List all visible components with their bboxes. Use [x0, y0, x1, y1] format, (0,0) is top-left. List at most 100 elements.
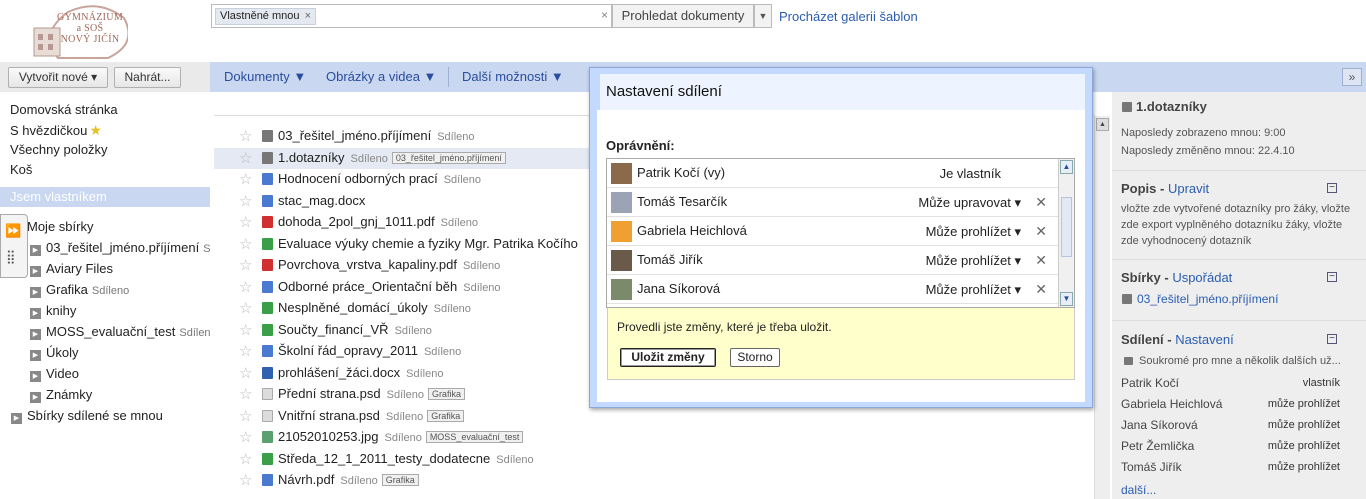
star-icon[interactable]: ☆ — [239, 471, 252, 489]
star-icon[interactable]: ☆ — [239, 170, 252, 188]
file-name[interactable]: Součty_financí_VŘ Sdíleno — [278, 322, 432, 337]
scroll-up-icon[interactable]: ▲ — [1060, 160, 1073, 174]
file-name[interactable]: Nesplněné_domácí_úkoly Sdíleno — [278, 300, 471, 315]
star-icon[interactable]: ☆ — [239, 321, 252, 339]
file-row[interactable]: ☆ Školní řád_opravy_2011 Sdíleno — [214, 341, 594, 362]
file-name[interactable]: Přední strana.psd Sdíleno Grafika — [278, 386, 465, 401]
grip-icon[interactable]: ⣿ — [6, 249, 16, 265]
file-name[interactable]: Středa_12_1_2011_testy_dodatecne Sdíleno — [278, 451, 534, 466]
file-name[interactable]: 03_řešitel_jméno.příjímení Sdíleno — [278, 128, 475, 143]
nav-all-items[interactable]: Všechny položky — [10, 142, 108, 157]
expand-icon[interactable]: ▶ — [30, 287, 41, 298]
more-people-link[interactable]: další... — [1121, 483, 1156, 497]
search-options-dropdown[interactable]: ▼ — [754, 4, 772, 28]
star-icon[interactable]: ☆ — [239, 256, 252, 274]
images-videos-menu[interactable]: Obrázky a videa ▼ — [326, 69, 436, 84]
collapse-collections-icon[interactable]: − — [1327, 272, 1337, 282]
file-name[interactable]: 1.dotazníky Sdíleno 03_řešitel_jméno.příjí… — [278, 150, 506, 165]
expand-icon[interactable]: ▶ — [30, 308, 41, 319]
more-options-menu[interactable]: Další možnosti ▼ — [462, 69, 564, 84]
collection-item[interactable]: ▶ 03_řešitel_jméno.příjímení S — [30, 240, 211, 256]
file-name[interactable]: Povrchova_vrstva_kapaliny.pdf Sdíleno — [278, 257, 500, 272]
organize-link[interactable]: Uspořádat — [1172, 270, 1232, 285]
star-icon[interactable]: ☆ — [239, 278, 252, 296]
file-row[interactable]: ☆ Povrchova_vrstva_kapaliny.pdf Sdíleno — [214, 255, 594, 276]
star-icon[interactable]: ☆ — [239, 149, 252, 167]
expand-icon[interactable]: ▶ — [30, 329, 41, 340]
file-row[interactable]: ☆ prohlášení_žáci.docx Sdíleno — [214, 363, 594, 384]
collection-tag[interactable]: Grafika — [427, 409, 465, 422]
collapse-sharing-icon[interactable]: − — [1327, 334, 1337, 344]
file-row[interactable]: ☆ 1.dotazníky Sdíleno 03_řešitel_jméno.příj… — [214, 147, 594, 169]
documents-menu[interactable]: Dokumenty ▼ — [224, 69, 306, 84]
collapse-arrows-icon[interactable]: ⏩ — [5, 223, 21, 239]
collection-item[interactable]: ▶ Grafika Sdíleno — [30, 282, 129, 298]
file-name[interactable]: stac_mag.docx — [278, 193, 371, 208]
expand-icon[interactable]: ▶ — [30, 371, 41, 382]
remove-person-icon[interactable]: ✕ — [1035, 252, 1047, 269]
collection-item[interactable]: ▶ knihy — [30, 303, 76, 319]
collapse-description-icon[interactable]: − — [1327, 183, 1337, 193]
file-row[interactable]: ☆ Nesplněné_domácí_úkoly Sdíleno — [214, 298, 594, 319]
collection-tag[interactable]: Grafika — [427, 388, 465, 400]
nav-starred[interactable]: S hvězdičkou ★ — [10, 122, 102, 139]
star-icon[interactable]: ☆ — [239, 213, 252, 231]
permission-role-dropdown[interactable]: Může prohlížet ▾ — [926, 224, 1021, 240]
file-name[interactable]: 21052010253.jpg Sdíleno MOSS_evaluační_tes… — [278, 429, 524, 444]
file-row[interactable]: ☆ Součty_financí_VŘ Sdíleno — [214, 320, 594, 341]
star-icon[interactable]: ☆ — [239, 127, 252, 145]
file-name[interactable]: Školní řád_opravy_2011 Sdíleno — [278, 343, 461, 358]
permission-role-dropdown[interactable]: Může prohlížet ▾ — [926, 253, 1021, 269]
star-icon[interactable]: ☆ — [239, 235, 252, 253]
expand-panel-icon[interactable]: » — [1342, 68, 1362, 86]
star-icon[interactable]: ☆ — [239, 342, 252, 360]
collection-item[interactable]: ▶ Aviary Files — [30, 261, 113, 277]
star-icon[interactable]: ☆ — [239, 192, 252, 210]
file-row[interactable]: ☆ 21052010253.jpg Sdíleno MOSS_evaluační_te… — [214, 427, 594, 448]
file-row[interactable]: ☆ Návrh.pdf Sdíleno Grafika — [214, 470, 594, 491]
star-icon[interactable]: ☆ — [239, 450, 252, 468]
nav-owned-by-me[interactable]: Jsem vlastníkem — [0, 187, 210, 207]
sharing-settings-link[interactable]: Nastavení — [1175, 332, 1234, 347]
file-row[interactable]: ☆ Evaluace výuky chemie a fyziky Mgr. Pat… — [214, 234, 594, 255]
collection-link[interactable]: 03_řešitel_jméno.příjímení — [1137, 292, 1278, 306]
expand-icon[interactable]: ▶ — [30, 266, 41, 277]
school-logo[interactable]: GYMNÁZIUM a SOŠ NOVÝ JIČÍN — [28, 4, 128, 62]
permissions-scrollbar[interactable]: ▲ ▼ — [1058, 159, 1074, 307]
side-collapse-handle[interactable]: ⏩ ⣿ — [0, 214, 28, 278]
collection-item[interactable]: ▶ Video — [30, 366, 79, 382]
file-row[interactable]: ☆ Vnitřní strana.psd Sdíleno Grafika — [214, 406, 594, 427]
remove-person-icon[interactable]: ✕ — [1035, 223, 1047, 240]
save-changes-button[interactable]: Uložit změny — [620, 348, 716, 367]
file-row[interactable]: ☆ Středa_12_1_2011_testy_dodatecne Sdíleno — [214, 449, 594, 470]
remove-person-icon[interactable]: ✕ — [1035, 194, 1047, 211]
collection-tag[interactable]: 03_řešitel_jméno.příjímení — [391, 151, 506, 164]
file-row[interactable]: ☆ stac_mag.docx — [214, 191, 594, 212]
permission-role-dropdown[interactable]: Může upravovat ▾ — [918, 195, 1021, 211]
cancel-button[interactable]: Storno — [730, 348, 780, 367]
scroll-thumb[interactable] — [1061, 197, 1072, 257]
expand-icon[interactable]: ▶ — [30, 350, 41, 361]
search-filter-chip[interactable]: Vlastněné mnou × — [215, 8, 316, 25]
file-name[interactable]: Vnitřní strana.psd Sdíleno Grafika — [278, 408, 465, 423]
star-icon[interactable]: ☆ — [239, 428, 252, 446]
file-row[interactable]: ☆ Přední strana.psd Sdíleno Grafika — [214, 384, 594, 405]
collection-item[interactable]: ▶ Známky — [30, 387, 92, 403]
template-gallery-link[interactable]: Procházet galerii šablon — [779, 9, 918, 24]
file-name[interactable]: Návrh.pdf Sdíleno Grafika — [278, 472, 419, 487]
file-name[interactable]: Odborné práce_Orientační běh Sdíleno — [278, 279, 501, 294]
remove-person-icon[interactable]: ✕ — [1035, 281, 1047, 298]
expand-icon[interactable]: ▶ — [11, 413, 22, 424]
star-icon[interactable]: ☆ — [239, 299, 252, 317]
nav-trash[interactable]: Koš — [10, 162, 32, 177]
collection-tag[interactable]: Grafika — [381, 474, 419, 486]
nav-shared-collections[interactable]: ▶ Sbírky sdílené se mnou — [11, 408, 163, 424]
file-name[interactable]: Hodnocení odborných prací Sdíleno — [278, 171, 481, 186]
expand-icon[interactable]: ▶ — [30, 392, 41, 403]
collection-item[interactable]: ▶ MOSS_evaluační_test Sdílen — [30, 324, 211, 340]
edit-description-link[interactable]: Upravit — [1168, 181, 1209, 196]
file-name[interactable]: prohlášení_žáci.docx Sdíleno — [278, 365, 443, 380]
star-icon[interactable]: ☆ — [239, 385, 252, 403]
expand-icon[interactable]: ▶ — [30, 245, 41, 256]
nav-home[interactable]: Domovská stránka — [10, 102, 118, 117]
